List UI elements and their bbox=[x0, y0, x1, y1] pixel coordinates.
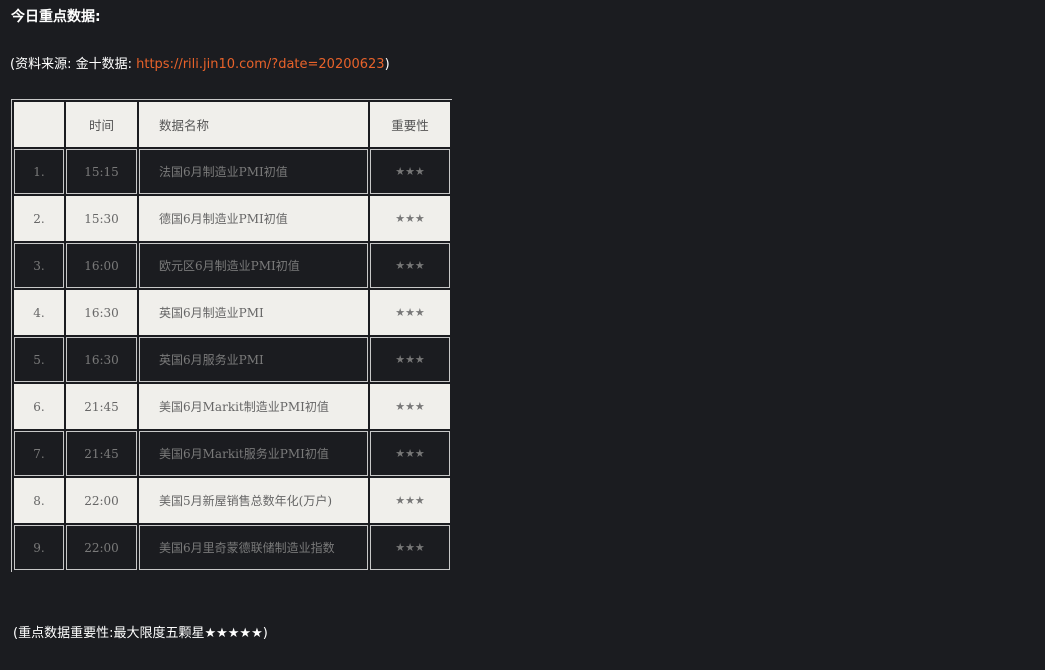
data-table-container: 时间 数据名称 重要性 1. 15:15 法国6月制造业PMI初值 ★★★ 2.… bbox=[11, 99, 452, 572]
row-time: 16:30 bbox=[66, 290, 137, 335]
row-importance: ★★★ bbox=[370, 243, 450, 288]
row-index: 6. bbox=[14, 384, 64, 429]
table-row: 5. 16:30 英国6月服务业PMI ★★★ bbox=[14, 337, 450, 382]
row-time: 15:15 bbox=[66, 149, 137, 194]
row-name: 英国6月服务业PMI bbox=[139, 337, 368, 382]
row-time: 21:45 bbox=[66, 431, 137, 476]
table-row: 7. 21:45 美国6月Markit服务业PMI初值 ★★★ bbox=[14, 431, 450, 476]
header-name: 数据名称 bbox=[139, 102, 368, 147]
row-index: 4. bbox=[14, 290, 64, 335]
table-row: 3. 16:00 欧元区6月制造业PMI初值 ★★★ bbox=[14, 243, 450, 288]
row-name: 美国6月里奇蒙德联储制造业指数 bbox=[139, 525, 368, 570]
row-importance: ★★★ bbox=[370, 431, 450, 476]
row-index: 3. bbox=[14, 243, 64, 288]
row-time: 22:00 bbox=[66, 525, 137, 570]
row-time: 16:00 bbox=[66, 243, 137, 288]
importance-note: (重点数据重要性:最大限度五颗星★★★★★) bbox=[13, 626, 268, 641]
row-index: 9. bbox=[14, 525, 64, 570]
table-row: 2. 15:30 德国6月制造业PMI初值 ★★★ bbox=[14, 196, 450, 241]
row-importance: ★★★ bbox=[370, 384, 450, 429]
data-table: 时间 数据名称 重要性 1. 15:15 法国6月制造业PMI初值 ★★★ 2.… bbox=[12, 100, 452, 572]
table-row: 8. 22:00 美国5月新屋销售总数年化(万户) ★★★ bbox=[14, 478, 450, 523]
row-importance: ★★★ bbox=[370, 478, 450, 523]
row-index: 7. bbox=[14, 431, 64, 476]
row-name: 美国6月Markit制造业PMI初值 bbox=[139, 384, 368, 429]
header-importance: 重要性 bbox=[370, 102, 450, 147]
table-row: 6. 21:45 美国6月Markit制造业PMI初值 ★★★ bbox=[14, 384, 450, 429]
header-time: 时间 bbox=[66, 102, 137, 147]
row-index: 8. bbox=[14, 478, 64, 523]
row-importance: ★★★ bbox=[370, 196, 450, 241]
row-name: 美国6月Markit服务业PMI初值 bbox=[139, 431, 368, 476]
table-row: 1. 15:15 法国6月制造业PMI初值 ★★★ bbox=[14, 149, 450, 194]
row-index: 2. bbox=[14, 196, 64, 241]
row-name: 美国5月新屋销售总数年化(万户) bbox=[139, 478, 368, 523]
table-row: 9. 22:00 美国6月里奇蒙德联储制造业指数 ★★★ bbox=[14, 525, 450, 570]
row-importance: ★★★ bbox=[370, 149, 450, 194]
source-prefix: (资料来源: 金十数据: bbox=[10, 57, 137, 72]
row-name: 德国6月制造业PMI初值 bbox=[139, 196, 368, 241]
source-link[interactable]: https://rili.jin10.com/?date=20200623 bbox=[136, 57, 384, 72]
row-name: 英国6月制造业PMI bbox=[139, 290, 368, 335]
row-time: 22:00 bbox=[66, 478, 137, 523]
header-index bbox=[14, 102, 64, 147]
row-importance: ★★★ bbox=[370, 525, 450, 570]
source-suffix: ) bbox=[384, 57, 390, 72]
row-time: 15:30 bbox=[66, 196, 137, 241]
row-importance: ★★★ bbox=[370, 290, 450, 335]
table-header-row: 时间 数据名称 重要性 bbox=[14, 102, 450, 147]
row-name: 欧元区6月制造业PMI初值 bbox=[139, 243, 368, 288]
row-time: 21:45 bbox=[66, 384, 137, 429]
row-time: 16:30 bbox=[66, 337, 137, 382]
row-importance: ★★★ bbox=[370, 337, 450, 382]
table-row: 4. 16:30 英国6月制造业PMI ★★★ bbox=[14, 290, 450, 335]
source-line: (资料来源: 金十数据: https://rili.jin10.com/?dat… bbox=[10, 55, 390, 75]
row-index: 1. bbox=[14, 149, 64, 194]
page-title: 今日重点数据: bbox=[11, 9, 101, 25]
row-name: 法国6月制造业PMI初值 bbox=[139, 149, 368, 194]
row-index: 5. bbox=[14, 337, 64, 382]
